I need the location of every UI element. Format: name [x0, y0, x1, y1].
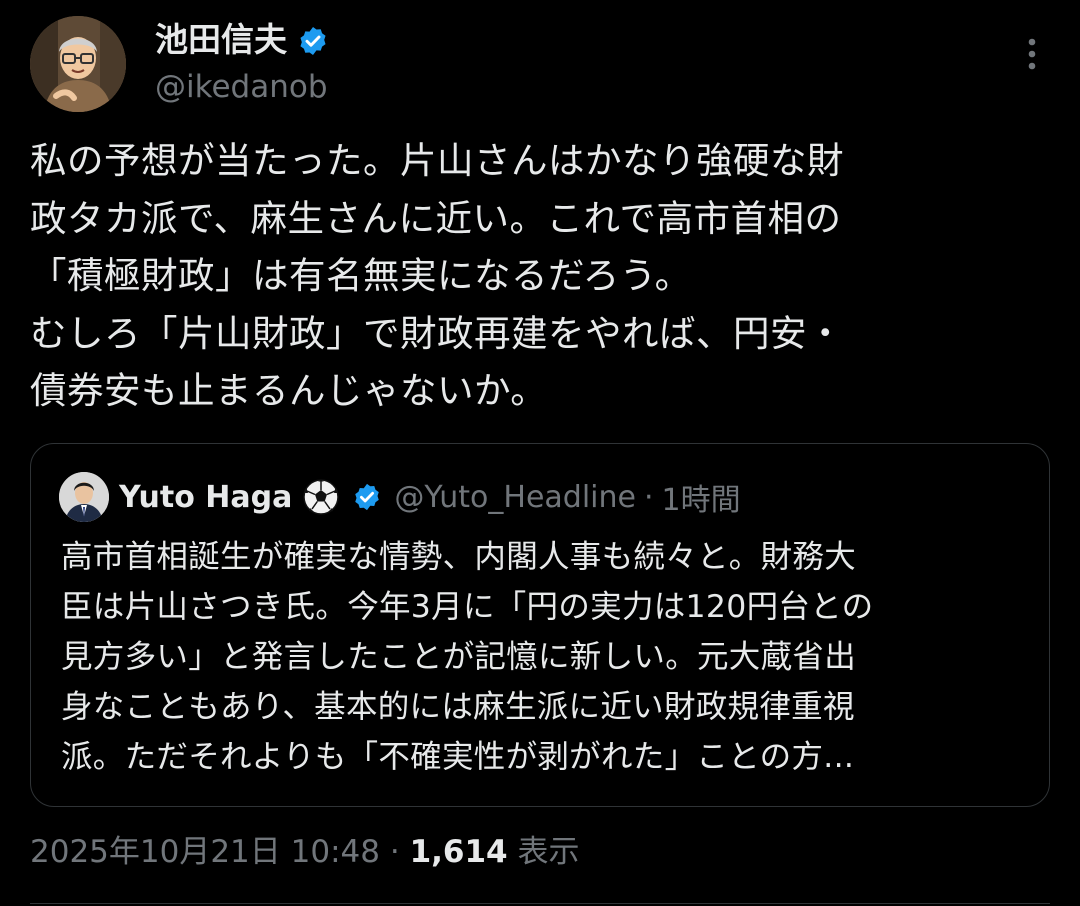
author-name-row[interactable]: 池田信夫 [155, 18, 329, 62]
views-label: 表示 [517, 834, 580, 870]
more-vertical-icon [1028, 38, 1036, 70]
author-name[interactable]: 池田信夫 [155, 18, 287, 62]
quote-author-name[interactable]: Yuto Haga [119, 480, 292, 515]
soccer-ball-icon [302, 478, 340, 516]
meta-separator: · [389, 834, 400, 870]
quote-author-avatar[interactable] [59, 472, 109, 522]
tweet-meta: 2025年10月21日 10:48 · 1,614 表示 [30, 830, 579, 874]
views-count: 1,614 [409, 834, 508, 870]
author-handle[interactable]: @ikedanob [155, 66, 328, 108]
quote-text: 高市首相誕生が確実な情勢、内閣人事も続々と。財務大 臣は片山さつき氏。今年3月に… [61, 539, 874, 775]
verified-badge-icon [297, 24, 329, 56]
tweet-timestamp[interactable]: 2025年10月21日 10:48 [30, 834, 380, 870]
tweet-text: 私の予想が当たった。片山さんはかなり強硬な財 政タカ派で、麻生さんに近い。これで… [30, 139, 844, 412]
quote-separator: · [643, 479, 654, 515]
quote-verified-badge-icon [352, 482, 382, 512]
more-options-button[interactable] [1014, 36, 1050, 72]
quote-author-handle[interactable]: @Yuto_Headline [394, 480, 636, 515]
author-avatar[interactable] [30, 16, 126, 112]
quote-header: Yuto Haga @Yuto_Headline · 1時間 [119, 472, 741, 522]
divider [30, 903, 1050, 904]
quote-timestamp[interactable]: 1時間 [662, 475, 741, 519]
quoted-tweet-card[interactable]: Yuto Haga @Yuto_Headline · 1時間 高市首相誕生が確実… [30, 443, 1050, 807]
